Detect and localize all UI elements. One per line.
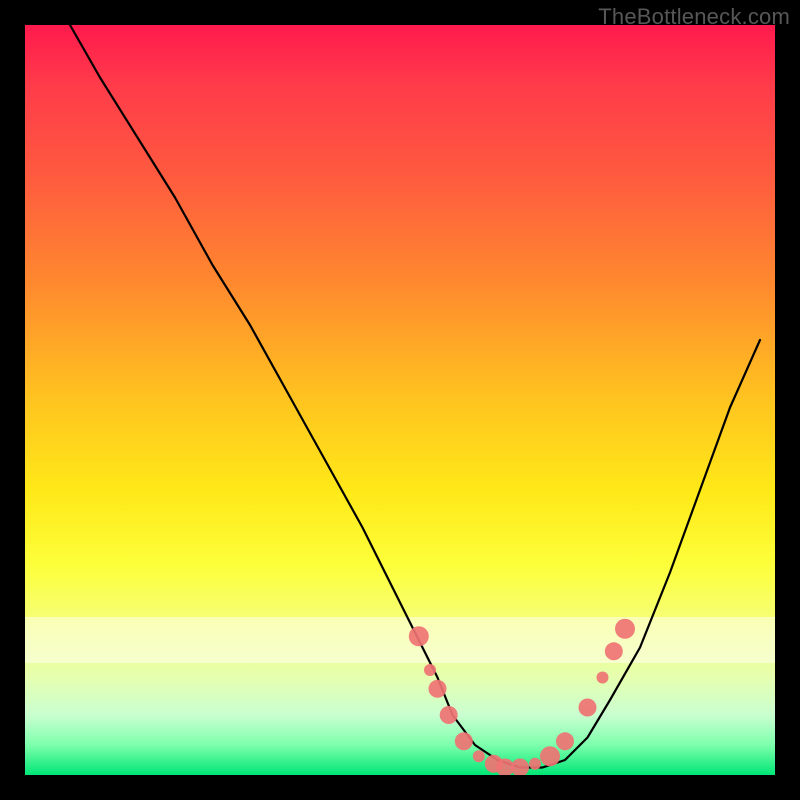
curve-bead (579, 699, 597, 717)
curve-bead (429, 680, 447, 698)
curve-bead (540, 746, 560, 766)
curve-bead (556, 732, 574, 750)
bottleneck-curve (70, 25, 760, 768)
chart-container: TheBottleneck.com (0, 0, 800, 800)
curve-bead (473, 750, 485, 762)
curve-bead (455, 732, 473, 750)
curve-bead (615, 619, 635, 639)
plot-area (25, 25, 775, 775)
curve-bead (440, 706, 458, 724)
curve-bead (597, 672, 609, 684)
curve-bead (529, 758, 541, 770)
curve-bead (605, 642, 623, 660)
source-watermark: TheBottleneck.com (598, 4, 790, 30)
curve-beads (409, 619, 635, 775)
curve-bead (511, 759, 529, 776)
curve-bead (409, 626, 429, 646)
curve-bead (424, 664, 436, 676)
curve-svg (25, 25, 775, 775)
